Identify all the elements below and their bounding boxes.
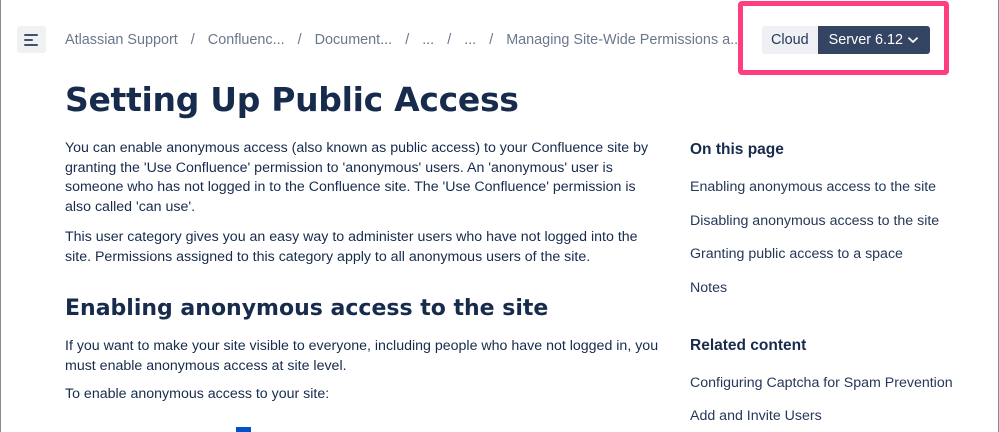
steps-intro: To enable anonymous access to your site: [65, 386, 330, 402]
chevron-down-icon [907, 36, 918, 43]
breadcrumb-item-documentation[interactable]: Document... [315, 32, 393, 48]
breadcrumb-separator: / [405, 32, 410, 48]
partial-image-edge [236, 427, 251, 432]
cloud-version-button[interactable]: Cloud [762, 26, 818, 54]
menu-lines-icon [24, 33, 38, 46]
related-content-heading: Related content [690, 337, 807, 354]
breadcrumb-item-ellipsis-1[interactable]: ... [422, 32, 434, 48]
breadcrumb-separator: / [190, 32, 195, 48]
breadcrumb-item-ellipsis-2[interactable]: ... [464, 32, 476, 48]
page-frame: Atlassian Support / Confluenc... / Docum… [0, 0, 999, 432]
toc-link-disabling-anonymous-access[interactable]: Disabling anonymous access to the site [690, 213, 939, 229]
breadcrumb: Atlassian Support / Confluenc... / Docum… [65, 31, 742, 49]
toc-link-notes[interactable]: Notes [690, 280, 727, 296]
breadcrumb-item-managing-permissions[interactable]: Managing Site-Wide Permissions a... [506, 32, 742, 48]
section-heading-enabling-anonymous-access: Enabling anonymous access to the site [65, 296, 549, 321]
server-version-label: Server 6.12 [828, 32, 904, 48]
page-title: Setting Up Public Access [65, 80, 519, 119]
sidebar-toggle-button[interactable] [17, 26, 46, 53]
breadcrumb-separator: / [297, 32, 302, 48]
second-paragraph: This user category gives you an easy way… [65, 229, 638, 265]
server-version-dropdown[interactable]: Server 6.12 [817, 26, 930, 54]
toc-link-granting-public-access[interactable]: Granting public access to a space [690, 246, 903, 262]
version-switcher: Cloud Server 6.12 [762, 26, 930, 54]
breadcrumb-separator: / [447, 32, 452, 48]
breadcrumb-item-confluence[interactable]: Confluenc... [208, 32, 285, 48]
toc-link-enabling-anonymous-access[interactable]: Enabling anonymous access to the site [690, 179, 936, 195]
breadcrumb-separator: / [489, 32, 494, 48]
breadcrumb-item-atlassian-support[interactable]: Atlassian Support [65, 32, 178, 48]
related-link-configuring-captcha[interactable]: Configuring Captcha for Spam Prevention [690, 375, 953, 391]
intro-paragraph: You can enable anonymous access (also kn… [65, 140, 649, 215]
related-link-add-invite-users[interactable]: Add and Invite Users [690, 408, 822, 424]
section-paragraph: If you want to make your site visible to… [65, 338, 659, 374]
on-this-page-heading: On this page [690, 141, 784, 158]
